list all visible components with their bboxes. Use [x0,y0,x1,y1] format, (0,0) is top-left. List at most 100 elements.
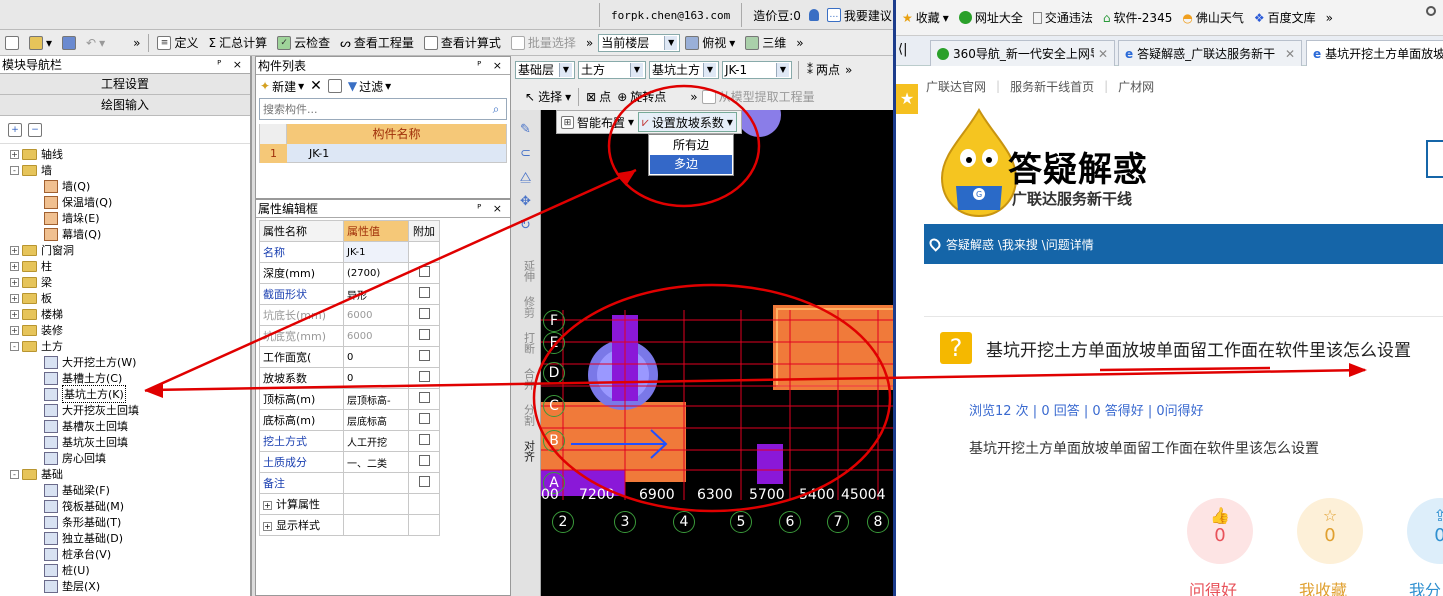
property-row[interactable]: 顶标高(m) 层顶标高- [259,388,440,410]
property-row[interactable]: + 显示样式 [259,514,440,536]
category-select[interactable]: 土方 ▼ [578,60,646,79]
project-settings-button[interactable]: 工程设置 [0,74,250,95]
property-row[interactable]: 坑底长(mm) 6000 [259,304,440,326]
bookmarks-overflow[interactable]: » [1322,11,1337,25]
collapse-icon[interactable]: - [10,341,19,351]
tab-scroll-left[interactable]: ⟨| [898,42,907,57]
expand-icon[interactable]: + [10,293,19,303]
tab-qa[interactable]: e 答疑解惑_广联达服务新干 ✕ [1118,40,1302,66]
attach-checkbox[interactable] [418,308,430,319]
tree-node[interactable]: 独立基础(D) [0,530,250,546]
collapse-all-icon[interactable]: − [28,122,42,137]
pen-icon[interactable]: ✎ [511,118,540,142]
bell-icon[interactable] [808,9,819,21]
drawing-input-button[interactable]: 绘图输入 [0,95,250,116]
attach-checkbox[interactable] [418,350,430,361]
view-formula-button[interactable]: 查看计算式 [419,32,506,54]
sum-calc-button[interactable]: Σ 汇总计算 [203,32,272,54]
component-select[interactable]: JK-1 ▼ [722,60,792,79]
suggest-button[interactable]: … 我要建议 [826,7,892,24]
expand-icon[interactable]: + [10,149,19,159]
property-row[interactable]: 备注 [259,472,440,494]
overflow-chevron-4[interactable]: » [845,63,852,77]
vbar-tool[interactable]: 修剪 [515,296,537,318]
tree-node[interactable]: 幕墙(Q) [0,226,250,242]
attach-checkbox[interactable] [418,392,430,403]
expand-icon[interactable]: + [10,261,19,271]
tree-node[interactable]: 桩承台(V) [0,546,250,562]
sidebar-star-tab[interactable]: ★ [896,84,918,114]
tree-node[interactable]: 基槽土方(C) [0,370,250,386]
tree-node[interactable]: 基坑土方(K) [0,385,250,403]
property-row[interactable]: 坑底宽(mm) 6000 [259,325,440,347]
site-nav-glodon[interactable]: 广联达官网 [926,78,986,95]
rotate-point-button[interactable]: ⊕ 旋转点 [615,86,668,108]
action-button[interactable]: ⇪0 [1407,498,1443,564]
breadcrumb[interactable]: 答疑解惑 \我来搜 \问题详情 [946,236,1094,253]
action-button[interactable]: ☆ 0 [1297,498,1363,564]
drawing-canvas[interactable]: F E D C B A 2 3 4 5 6 7 8 00 7200 6900 6300 5700 5400 45004 [541,110,893,596]
property-value[interactable]: 层底标高 [343,409,409,431]
bookmark-traffic[interactable]: 交通违法 [1029,9,1097,26]
property-value[interactable] [343,493,409,515]
floor-view-select[interactable]: 当前楼层 ▼ [598,33,681,52]
bookmark-favorites[interactable]: ★ 收藏 ▾ [898,9,953,26]
minimize-icon[interactable] [1426,6,1436,16]
property-row[interactable]: 土质成分 一、二类 [259,451,440,473]
tree-node[interactable]: 墙(Q) [0,178,250,194]
vbar-tool[interactable]: 合并 [515,368,537,390]
attach-checkbox[interactable] [418,371,430,382]
property-value[interactable]: JK-1 [343,241,409,263]
open-file-button[interactable]: ▾ [24,32,57,54]
attach-checkbox[interactable] [418,329,430,340]
tree-node[interactable]: - 土方 [0,338,250,354]
property-row[interactable]: 深度(mm) (2700) [259,262,440,284]
vbar-tool[interactable]: 对齐 [515,440,537,462]
vbar-tool[interactable]: 打断 [515,332,537,354]
select-button[interactable]: ↖ 选择 ▾ [523,86,573,108]
tree-node[interactable]: 大开挖灰土回填 [0,402,250,418]
attach-checkbox[interactable] [418,413,430,424]
menu-item-all-edges[interactable]: 所有边 [649,135,733,155]
delete-icon[interactable]: ✕ [310,78,322,94]
expand-icon[interactable]: + [263,522,272,531]
tree-node[interactable]: + 轴线 [0,146,250,162]
component-search-input[interactable] [260,102,486,116]
tree-node[interactable]: + 板 [0,290,250,306]
bookmark-baidu[interactable]: ❖ 百度文库 [1250,9,1320,26]
property-value[interactable]: 层顶标高- [343,388,409,410]
search-box-edge[interactable] [1426,140,1443,178]
attach-checkbox[interactable] [418,434,430,445]
view-quantity-button[interactable]: ᔕ 查看工程量 [335,32,419,54]
extract-quantity-button[interactable]: 从模型提取工程量 [700,86,817,108]
nav-pin-close[interactable]: ᴾ × [217,58,250,71]
attach-checkbox[interactable] [418,476,430,487]
tree-node[interactable]: 基坑灰土回填 [0,434,250,450]
tree-node[interactable]: 条形基础(T) [0,514,250,530]
property-row[interactable]: 工作面宽(0 [259,346,440,368]
property-value[interactable]: 0 [343,367,409,389]
point-button[interactable]: ⊠ 点 [584,86,613,108]
copy-icon[interactable] [327,79,342,93]
property-row[interactable]: 底标高(m) 层底标高 [259,409,440,431]
floor-select[interactable]: 基础层 ▼ [515,60,575,79]
collapse-icon[interactable]: - [10,469,19,479]
overflow-chevron-3[interactable]: » [791,32,808,54]
collapse-icon[interactable]: - [10,165,19,175]
attach-checkbox[interactable] [418,266,430,277]
expand-icon[interactable]: + [10,325,19,335]
close-icon[interactable]: ✕ [1098,47,1108,61]
expand-icon[interactable]: + [263,501,272,510]
save-button[interactable] [57,32,81,54]
tree-node[interactable]: 桩(U) [0,562,250,578]
expand-icon[interactable]: + [10,245,19,255]
define-button[interactable]: ≡ 定义 [152,32,203,54]
overflow-chevron-5[interactable]: » [690,90,697,104]
rotate-shape-icon[interactable]: ↻ [511,214,540,238]
undo-button[interactable]: ↶ ▾ [81,32,110,54]
property-row[interactable]: 截面形状 异形 [259,283,440,305]
tree-node[interactable]: + 装修 [0,322,250,338]
property-row[interactable]: 名称 JK-1 [259,241,440,263]
expand-all-icon[interactable]: + [8,122,22,137]
smart-layout-button[interactable]: ⊞ 智能布置 ▾ [561,114,634,131]
